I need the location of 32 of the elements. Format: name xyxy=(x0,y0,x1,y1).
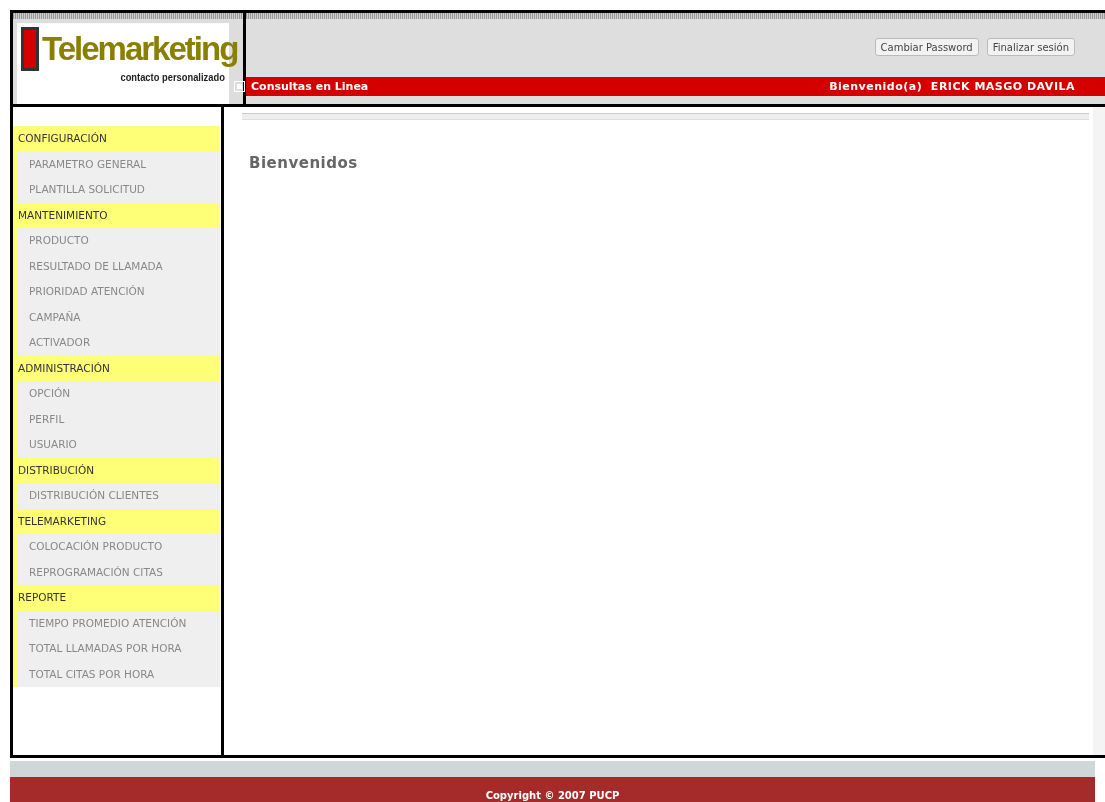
menu-item[interactable]: PRODUCTO xyxy=(13,228,220,254)
menu-item[interactable]: PARAMETRO GENERAL xyxy=(13,151,220,177)
menu-item[interactable]: ACTIVADOR xyxy=(13,330,220,356)
menu-item[interactable]: TIEMPO PROMEDIO ATENCIÓN xyxy=(13,610,220,636)
logo-title: Telemarketing xyxy=(42,29,238,69)
menu-group[interactable]: REPORTE xyxy=(13,585,220,611)
menu-group[interactable]: DISTRIBUCIÓN xyxy=(13,457,220,483)
menu-item[interactable]: USUARIO xyxy=(13,432,220,458)
menu-item[interactable]: DISTRIBUCIÓN CLIENTES xyxy=(13,483,220,509)
page-heading: Bienvenidos xyxy=(249,154,359,172)
menu-item[interactable]: PERFIL xyxy=(13,406,220,432)
menu-group[interactable]: ADMINISTRACIÓN xyxy=(13,355,220,381)
menu-item[interactable]: CAMPAÑA xyxy=(13,304,220,330)
welcome-text: Bienvenido(a) ERICK MASGO DAVILA xyxy=(829,80,1075,93)
menu-group[interactable]: TELEMARKETING xyxy=(13,508,220,534)
square-icon xyxy=(234,81,245,92)
menu-group[interactable]: CONFIGURACIÓN xyxy=(13,126,220,152)
menu-item[interactable]: TOTAL LLAMADAS POR HORA xyxy=(13,636,220,662)
menu-item[interactable]: REPROGRAMACIÓN CITAS xyxy=(13,559,220,585)
header-button[interactable]: Finalizar sesión xyxy=(986,38,1075,56)
menu-group[interactable]: MANTENIMIENTO xyxy=(13,202,220,228)
menu-item[interactable]: COLOCACIÓN PRODUCTO xyxy=(13,534,220,560)
menu-item[interactable]: PRIORIDAD ATENCIÓN xyxy=(13,279,220,305)
header-button[interactable]: Cambiar Password xyxy=(874,38,979,56)
menu-item[interactable]: OPCIÓN xyxy=(13,381,220,407)
menu-item[interactable]: TOTAL CITAS POR HORA xyxy=(13,661,220,687)
copyright-text: Copyright © 2007 PUCP xyxy=(10,777,1095,802)
square-frame-icon xyxy=(21,27,39,71)
section-title: Consultas en Linea xyxy=(251,80,369,93)
logo-tagline: contacto personalizado xyxy=(120,71,225,83)
menu-item[interactable]: PLANTILLA SOLICITUD xyxy=(13,177,220,203)
menu-item[interactable]: RESULTADO DE LLAMADA xyxy=(13,253,220,279)
